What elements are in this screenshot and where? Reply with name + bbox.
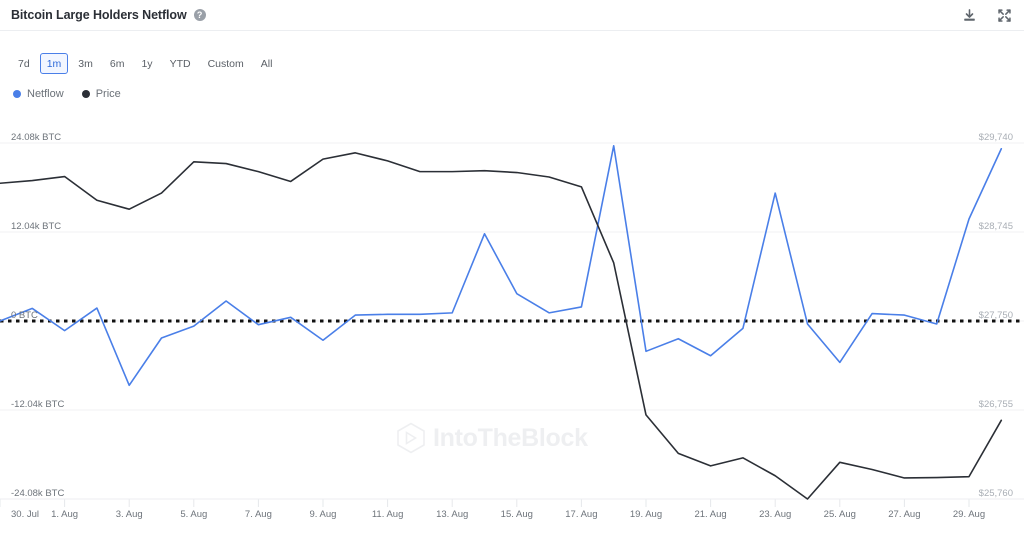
widget-header: Bitcoin Large Holders Netflow ? [0,0,1024,31]
chart-plot-area: IntoTheBlock 24.08k BTC 12.04k BTC 0 BTC -1… [0,130,1024,537]
range-button-ytd[interactable]: YTD [163,53,198,74]
legend-item-price[interactable]: Price [81,88,121,100]
legend-dot-icon [13,90,21,98]
left-axis-tick-label: -12.04k BTC [11,399,65,410]
x-axis-tick-label: 11. Aug [371,509,404,520]
chart-widget: Bitcoin Large Holders Netflow ? 7d 1m 3m 6m… [0,0,1024,537]
right-axis-tick-label: $25,760 [978,488,1013,499]
range-button-3m[interactable]: 3m [71,53,100,74]
legend-label: Price [95,88,121,100]
x-axis-tick-label: 30. Jul [11,509,39,520]
right-axis-tick-label: $27,750 [978,310,1013,321]
x-axis-tick-label: 9. Aug [309,509,337,520]
x-axis-tick-label: 29. Aug [952,509,986,520]
legend-item-netflow[interactable]: Netflow [13,88,64,100]
series-line-price [0,152,1003,500]
x-axis-tick-label: 27. Aug [888,509,921,520]
chart-canvas [0,142,1024,507]
right-axis-tick-label: $28,745 [978,221,1013,232]
x-axis-tick-label: 5. Aug [180,509,208,520]
range-button-custom[interactable]: Custom [201,53,251,74]
right-axis-tick-label: $29,740 [978,132,1013,143]
x-axis-tick-label: 1. Aug [51,509,79,520]
range-selector[interactable]: 7d 1m 3m 6m 1y YTD Custom All [11,53,279,74]
header-actions [962,0,1012,31]
page-title: Bitcoin Large Holders Netflow [11,8,187,22]
x-axis-tick-label: 3. Aug [115,509,143,520]
legend-label: Netflow [27,88,64,100]
help-icon[interactable]: ? [193,9,206,21]
range-button-1m[interactable]: 1m [39,53,69,74]
range-button-7d[interactable]: 7d [11,53,37,74]
title-group: Bitcoin Large Holders Netflow ? [11,8,206,22]
x-axis-tick-label: 19. Aug [629,509,663,520]
series-line-netflow [0,145,1003,387]
left-axis-tick-label: 0 BTC [11,310,38,321]
x-axis-tick-label: 21. Aug [694,509,727,520]
left-axis-tick-label: -24.08k BTC [11,488,65,499]
x-axis-tick-label: 15. Aug [500,509,533,520]
range-button-6m[interactable]: 6m [103,53,132,74]
left-axis-tick-label: 24.08k BTC [11,132,62,143]
download-icon[interactable] [962,8,977,23]
legend-dot-icon [81,90,90,98]
range-button-all[interactable]: All [254,53,280,74]
x-axis-tick-label: 17. Aug [565,509,598,520]
range-button-1y[interactable]: 1y [134,53,159,74]
x-axis-tick-label: 25. Aug [823,509,856,520]
chart-legend: Netflow Price [13,88,121,100]
x-axis-tick-label: 13. Aug [436,509,469,520]
left-axis-tick-label: 12.04k BTC [11,221,62,232]
fullscreen-icon[interactable] [997,8,1012,23]
right-axis-tick-label: $26,755 [978,399,1013,410]
x-axis-tick-label: 7. Aug [244,509,272,520]
x-axis-tick-label: 23. Aug [759,509,792,520]
